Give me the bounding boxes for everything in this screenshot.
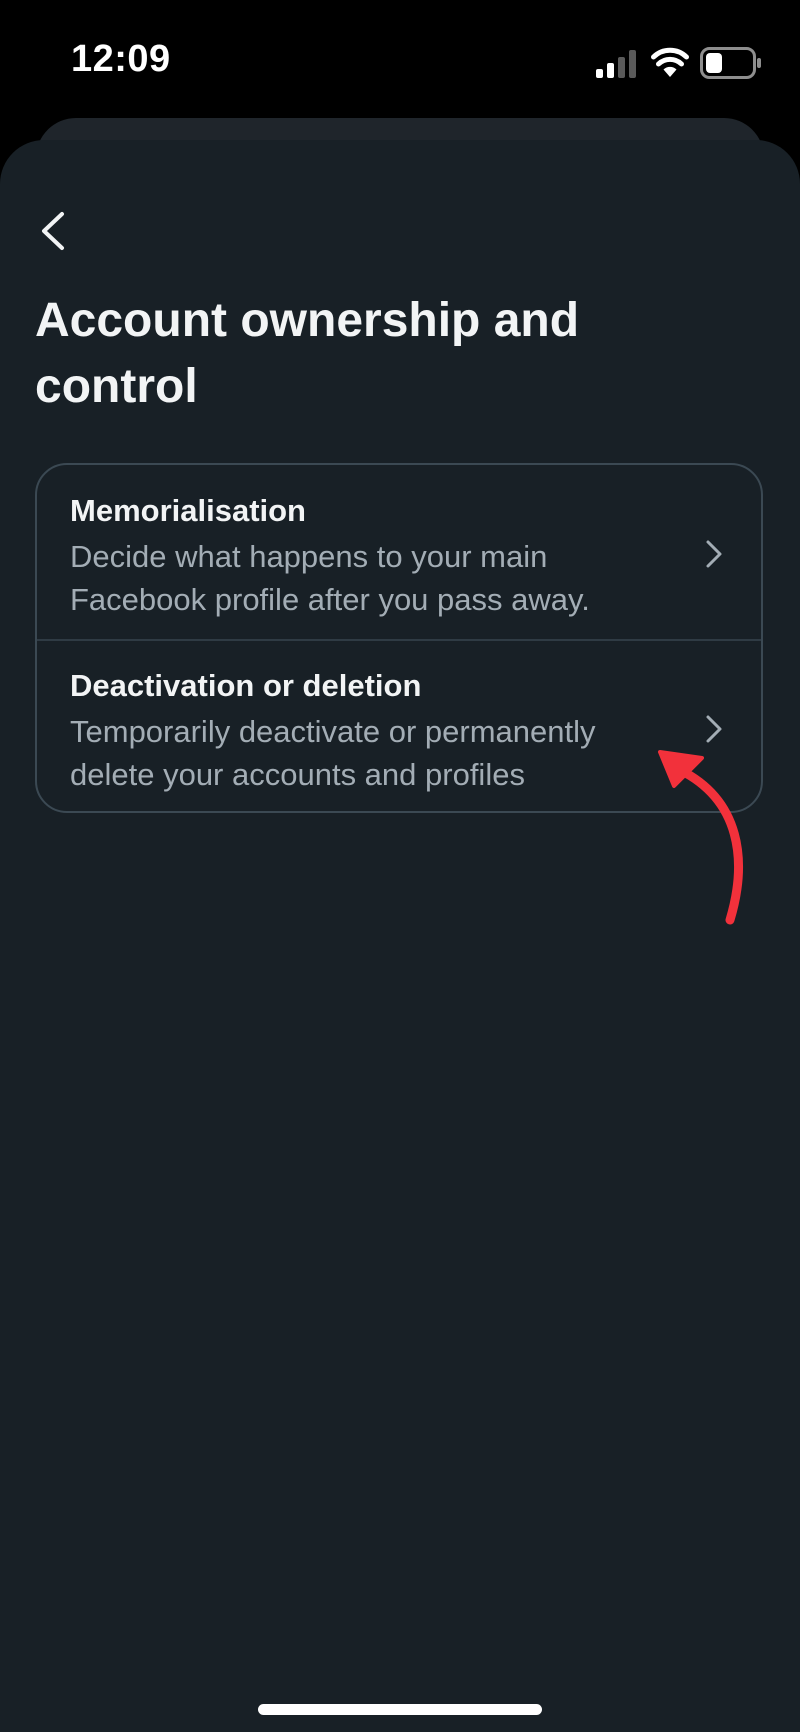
annotation-arrow-icon [658,750,743,925]
page-title: Account ownership and control [35,294,580,413]
chevron-right-icon [706,540,722,568]
menu-item-description: Decide what happens to your main Faceboo… [70,539,590,617]
menu-item-title: Memorialisation [70,493,306,528]
chevron-left-icon[interactable] [30,200,74,262]
home-indicator [258,1704,542,1715]
phone-screen: 12:09 Account ownership and control Memo… [0,0,800,1732]
wifi-icon [651,47,689,77]
cellular-signal-icon [596,50,636,78]
status-time: 12:09 [71,38,171,80]
battery-icon [700,47,761,79]
menu-item-title: Deactivation or deletion [70,668,422,703]
menu-item-description: Temporarily deactivate or permanently de… [70,714,596,792]
menu-item-memorialisation[interactable]: Memorialisation Decide what happens to y… [37,465,761,640]
